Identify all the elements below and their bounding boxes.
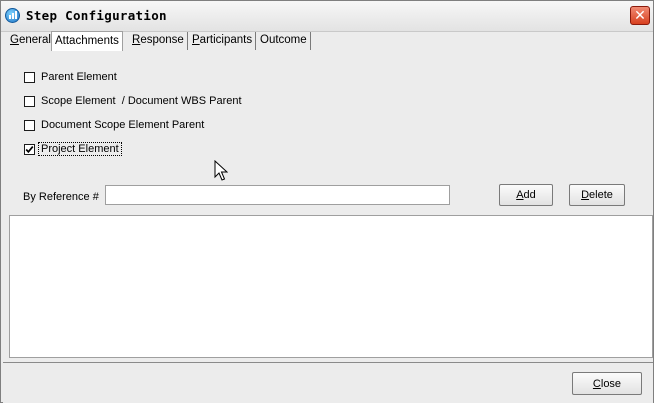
checkbox-project-element[interactable]: Project Element — [24, 142, 122, 156]
checkmark-icon — [25, 145, 34, 153]
checkbox-box[interactable] — [24, 71, 35, 83]
delete-button[interactable]: Delete — [569, 184, 625, 206]
attachments-panel: Parent Element Scope Element / Document … — [3, 51, 653, 362]
tab-general[interactable]: General — [7, 32, 55, 50]
tab-response[interactable]: Response — [129, 32, 188, 50]
checkbox-label[interactable]: Parent Element — [41, 71, 117, 83]
close-window-button[interactable]: ✕ — [630, 6, 650, 25]
checkbox-box[interactable] — [24, 143, 35, 155]
tab-attachments[interactable]: Attachments — [51, 31, 123, 51]
checkbox-label[interactable]: Document Scope Element Parent — [41, 119, 204, 131]
checkbox-box[interactable] — [24, 119, 35, 131]
dialog-footer: Close — [3, 362, 653, 403]
title-bar[interactable]: Step Configuration ✕ — [1, 1, 653, 32]
step-configuration-window: Step Configuration ✕ General Attachments… — [0, 0, 654, 403]
checkbox-document-scope-element-parent[interactable]: Document Scope Element Parent — [24, 118, 204, 132]
reference-input[interactable] — [105, 185, 450, 205]
checkbox-box[interactable] — [24, 95, 35, 107]
app-icon — [5, 8, 20, 23]
close-icon: ✕ — [634, 7, 646, 24]
checkbox-label[interactable]: Scope Element / Document WBS Parent — [41, 95, 242, 107]
mouse-pointer-icon — [214, 160, 228, 181]
reference-label: By Reference # — [23, 191, 99, 203]
checkbox-parent-element[interactable]: Parent Element — [24, 70, 117, 84]
tab-participants[interactable]: Participants — [189, 32, 257, 50]
window-title: Step Configuration — [26, 8, 167, 23]
tab-outcome[interactable]: Outcome — [257, 32, 311, 50]
checkbox-label[interactable]: Project Element — [38, 142, 122, 156]
close-button[interactable]: Close — [572, 372, 642, 395]
attachments-list[interactable] — [9, 215, 653, 358]
tab-strip: General Attachments Response Participant… — [3, 31, 653, 52]
add-button[interactable]: Add — [499, 184, 553, 206]
checkbox-scope-element[interactable]: Scope Element / Document WBS Parent — [24, 94, 242, 108]
